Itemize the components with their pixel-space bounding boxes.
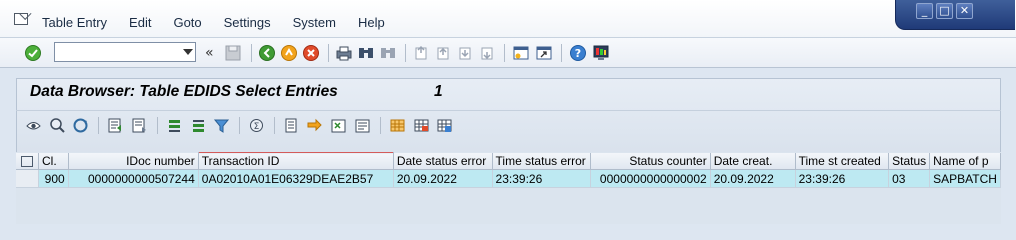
export-icon[interactable]: [306, 117, 323, 134]
sort-descending-icon[interactable]: [190, 117, 207, 134]
table-cell[interactable]: 23:39:26: [795, 169, 890, 188]
help-icon[interactable]: ?: [569, 44, 587, 62]
table-cell[interactable]: 23:39:26: [492, 169, 592, 188]
choose-layout-icon[interactable]: [389, 117, 406, 134]
filter-icon[interactable]: [213, 117, 230, 134]
find-icon[interactable]: [357, 44, 375, 62]
menu-icon[interactable]: [14, 13, 28, 25]
print-preview-icon[interactable]: [283, 117, 300, 134]
save-layout-icon[interactable]: [436, 117, 453, 134]
print-icon[interactable]: [335, 44, 353, 62]
close-button[interactable]: ✕: [956, 3, 973, 19]
display-icon[interactable]: [25, 117, 42, 134]
column-header[interactable]: Cl.: [38, 152, 69, 170]
menu-bar: Table Entry Edit Goto Settings System He…: [0, 0, 1016, 38]
table-row[interactable]: 900 0000000000507244 0A02010A01E06329DEA…: [16, 169, 1001, 188]
column-header[interactable]: Status counter: [590, 152, 711, 170]
table-cell[interactable]: 20.09.2022: [393, 169, 493, 188]
title-divider: [16, 110, 1001, 111]
chevron-down-icon[interactable]: [183, 49, 193, 55]
column-header[interactable]: Date creat.: [710, 152, 796, 170]
page-title: Data Browser: Table EDIDS Select Entries: [30, 83, 338, 100]
cancel-icon[interactable]: [302, 44, 320, 62]
menu-table-entry[interactable]: Table Entry: [42, 15, 107, 30]
select-all-button[interactable]: [16, 152, 40, 170]
first-page-icon[interactable]: [412, 44, 430, 62]
spreadsheet-icon[interactable]: [330, 117, 347, 134]
change-layout-icon[interactable]: [413, 117, 430, 134]
data-grid: Cl. IDoc number Transaction ID Date stat…: [16, 152, 1001, 224]
column-header[interactable]: Transaction ID: [197, 152, 394, 170]
entry-count: 1: [434, 83, 443, 100]
customize-layout-icon[interactable]: [592, 44, 610, 62]
menu-system[interactable]: System: [293, 15, 336, 30]
restore-button[interactable]: □: [936, 3, 953, 19]
column-header[interactable]: Time st created: [795, 152, 890, 170]
svg-text:?: ?: [575, 47, 581, 60]
column-header[interactable]: Name of p: [929, 152, 1001, 170]
check-table-icon[interactable]: [49, 117, 66, 134]
menu-settings[interactable]: Settings: [224, 15, 271, 30]
table-cell[interactable]: 0000000000507244: [68, 169, 199, 188]
sort-ascending-icon[interactable]: [166, 117, 183, 134]
total-icon[interactable]: Σ: [248, 117, 265, 134]
table-cell[interactable]: 0000000000000002: [590, 169, 711, 188]
create-session-icon[interactable]: [512, 44, 530, 62]
last-page-icon[interactable]: [478, 44, 496, 62]
refresh-icon[interactable]: [72, 117, 89, 134]
command-field[interactable]: [54, 42, 196, 62]
find-next-icon[interactable]: [379, 44, 397, 62]
save-icon[interactable]: [224, 44, 242, 62]
menu-goto[interactable]: Goto: [173, 15, 201, 30]
column-header[interactable]: IDoc number: [68, 152, 199, 170]
next-page-icon[interactable]: [456, 44, 474, 62]
column-header[interactable]: Time status error: [492, 152, 592, 170]
standard-toolbar: « ?: [0, 38, 1016, 68]
details-icon[interactable]: [107, 117, 124, 134]
enter-check-icon[interactable]: [24, 44, 42, 62]
menu-edit[interactable]: Edit: [129, 15, 151, 30]
entries-table: Cl. IDoc number Transaction ID Date stat…: [16, 152, 1001, 188]
table-cell[interactable]: SAPBATCH: [929, 169, 1001, 188]
column-header[interactable]: Status: [888, 152, 931, 170]
previous-page-icon[interactable]: [434, 44, 452, 62]
minimize-button[interactable]: _: [916, 3, 933, 19]
svg-text:Σ: Σ: [254, 122, 260, 132]
column-header[interactable]: Date status error: [393, 152, 493, 170]
table-cell[interactable]: 0A02010A01E06329DEAE2B57: [198, 169, 394, 188]
row-selector[interactable]: [16, 169, 40, 188]
shortcut-icon[interactable]: [535, 44, 553, 62]
table-header-row: Cl. IDoc number Transaction ID Date stat…: [16, 152, 1001, 170]
word-processing-icon[interactable]: [354, 117, 371, 134]
table-cell[interactable]: 900: [38, 169, 69, 188]
command-input[interactable]: [55, 43, 175, 61]
collapse-command-field-icon[interactable]: «: [205, 45, 214, 61]
table-cell[interactable]: 20.09.2022: [710, 169, 796, 188]
select-all-icon: [21, 155, 33, 167]
window-controls: _ □ ✕: [895, 0, 1015, 30]
menu-help[interactable]: Help: [358, 15, 385, 30]
exit-icon[interactable]: [280, 44, 298, 62]
table-cell[interactable]: 03: [888, 169, 931, 188]
back-icon[interactable]: [258, 44, 276, 62]
new-entries-icon[interactable]: [131, 117, 148, 134]
